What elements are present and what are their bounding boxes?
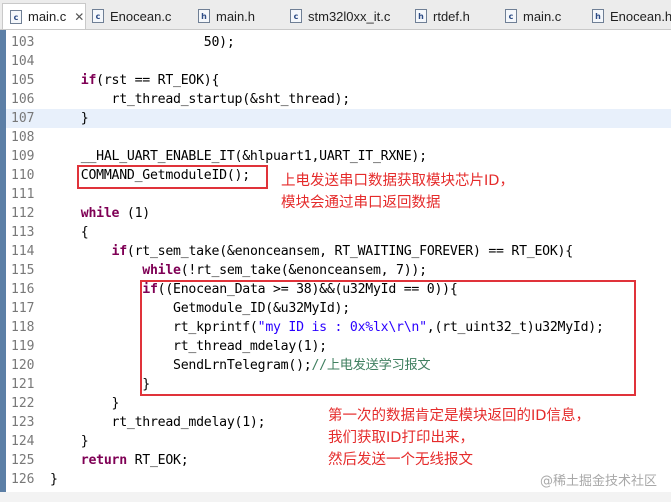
annotation-text: 上电发送串口数据获取模块芯片ID， [281, 173, 514, 189]
annotation-text: 然后发送一个无线报文 [328, 452, 473, 468]
line-code: } [50, 472, 58, 487]
line-number: 125 [11, 453, 35, 468]
code-line: 109 __HAL_UART_ENABLE_IT(&hlpuart1,UART_… [6, 147, 671, 166]
tab-stm32l0xx-it-c[interactable]: c stm32l0xx_it.c [290, 3, 390, 29]
tab-rtdef-h[interactable]: h rtdef.h [415, 3, 470, 29]
code-text: (!rt_sem_take(&enonceansem, 7)); [180, 263, 427, 278]
line-code: if(rst == RT_EOK){ [50, 71, 220, 90]
annotation-text: 模块会通过串口返回数据 [281, 195, 441, 211]
line-number: 119 [11, 339, 35, 354]
line-code: { [50, 225, 89, 240]
code-line: 103 50); [6, 33, 671, 52]
code-line: 115 while(!rt_sem_take(&enonceansem, 7))… [6, 261, 671, 280]
editor-bottom-edge [0, 492, 671, 502]
tab-label: main.c [523, 8, 562, 24]
line-number: 112 [11, 206, 35, 221]
line-code: } [50, 434, 89, 449]
line-number: 109 [11, 149, 35, 164]
line-number: 116 [11, 282, 35, 297]
line-number: 115 [11, 263, 35, 278]
line-code: } [50, 377, 150, 392]
h-file-icon: h [592, 9, 604, 23]
annotation-text: 我们获取ID打印出来， [328, 430, 474, 446]
line-number: 118 [11, 320, 35, 335]
line-number: 120 [11, 358, 35, 373]
line-code: while (1) [50, 204, 150, 223]
line-number: 113 [11, 225, 35, 240]
line-code: return RT_EOK; [50, 451, 189, 470]
line-code: rt_thread_mdelay(1); [50, 415, 266, 430]
line-number: 123 [11, 415, 35, 430]
annotation-text: 第一次的数据肯定是模块返回的ID信息， [328, 408, 590, 424]
annotation-note-2: 第一次的数据肯定是模块返回的ID信息， 我们获取ID打印出来， 然后发送一个无线… [328, 405, 590, 471]
tab-label: rtdef.h [433, 8, 470, 24]
keyword: if [80, 73, 97, 88]
line-number: 117 [11, 301, 35, 316]
h-file-icon: h [198, 9, 210, 23]
line-code: __HAL_UART_ENABLE_IT(&hlpuart1,UART_IT_R… [50, 149, 427, 164]
line-code: 50); [50, 35, 235, 50]
code-text: (rt_sem_take(&enonceansem, RT_WAITING_FO… [126, 244, 573, 259]
line-number: 108 [11, 130, 35, 145]
line-number: 107 [11, 111, 35, 126]
annotation-note-1: 上电发送串口数据获取模块芯片ID， 模块会通过串口返回数据 [281, 170, 514, 214]
editor-tab-bar: c main.c ✕ c Enocean.c h main.h c stm32l… [0, 0, 671, 30]
keyword: while [142, 263, 181, 278]
h-file-icon: h [415, 9, 427, 23]
line-code: while(!rt_sem_take(&enonceansem, 7)); [50, 261, 427, 280]
watermark: @稀土掘金技术社区 [539, 474, 657, 489]
highlight-box-getmodule-call [77, 165, 268, 189]
line-number: 122 [11, 396, 35, 411]
line-code: rt_thread_startup(&sht_thread); [50, 92, 351, 107]
c-file-icon: c [10, 9, 22, 24]
keyword: if [111, 244, 128, 259]
code-line: 114 if(rt_sem_take(&enonceansem, RT_WAIT… [6, 242, 671, 261]
line-number: 104 [11, 54, 35, 69]
line-number: 126 [11, 472, 35, 487]
code-text: (1) [119, 206, 150, 221]
tab-main-h[interactable]: h main.h [198, 3, 255, 29]
tab-label: Enocean.c [110, 8, 172, 24]
line-number: 103 [11, 35, 35, 50]
c-file-icon: c [505, 9, 517, 23]
line-number: 121 [11, 377, 35, 392]
line-number: 106 [11, 92, 35, 107]
keyword: while [80, 206, 120, 221]
line-number: 114 [11, 244, 35, 259]
line-number: 111 [11, 187, 35, 202]
tab-main-c-2[interactable]: c main.c [505, 3, 561, 29]
code-line: 113 { [6, 223, 671, 242]
line-code: if(rt_sem_take(&enonceansem, RT_WAITING_… [50, 242, 574, 261]
code-line: 106 rt_thread_startup(&sht_thread); [6, 90, 671, 109]
keyword: return [80, 453, 127, 468]
line-number: 105 [11, 73, 35, 88]
code-text: RT_EOK; [126, 453, 189, 468]
tab-label: main.c [28, 9, 67, 24]
line-number: 124 [11, 434, 35, 449]
current-line: 107 } [6, 109, 671, 128]
code-text: (rst == RT_EOK){ [96, 73, 220, 88]
highlight-box-id-block [140, 280, 636, 396]
c-file-icon: c [290, 9, 302, 23]
tab-main-c[interactable]: c main.c ✕ [2, 3, 86, 29]
line-code: } [50, 111, 89, 126]
line-code: } [50, 396, 120, 411]
code-line: 104 [6, 52, 671, 71]
tab-enocean-c[interactable]: c Enocean.c [92, 3, 171, 29]
tab-label: stm32l0xx_it.c [308, 8, 391, 24]
code-line: 105 if(rst == RT_EOK){ [6, 71, 671, 90]
tab-label: Enocean.h [610, 8, 671, 24]
line-number: 110 [11, 168, 35, 183]
close-icon[interactable]: ✕ [74, 10, 84, 24]
c-file-icon: c [92, 9, 104, 23]
tab-label: main.h [216, 8, 256, 24]
code-line: 108 [6, 128, 671, 147]
tab-enocean-h[interactable]: h Enocean.h [592, 3, 671, 29]
